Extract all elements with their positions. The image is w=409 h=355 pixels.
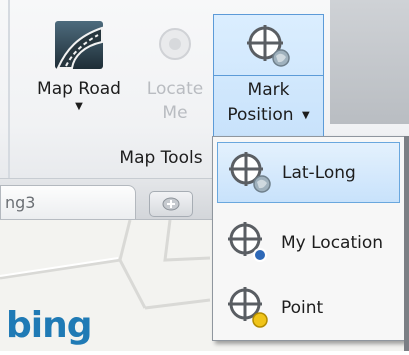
road-icon xyxy=(54,20,104,77)
group-label: Map Tools xyxy=(119,148,203,168)
menu-item-point[interactable]: Point xyxy=(217,277,400,338)
mark-position-label-2: Position ▼ xyxy=(214,103,323,128)
locate-me-icon xyxy=(150,20,200,77)
window-shadow-edge xyxy=(404,136,409,351)
mark-position-menu: Lat-Long My Location Point xyxy=(212,136,405,341)
ribbon-right-area xyxy=(330,0,409,124)
map-road-dropdown-arrow[interactable]: ▼ xyxy=(75,101,83,113)
new-tab-button[interactable] xyxy=(149,191,193,217)
crosshair-globe-icon xyxy=(247,25,290,67)
menu-item-my-location-label: My Location xyxy=(281,232,384,253)
plus-icon xyxy=(162,197,180,211)
menu-item-point-label: Point xyxy=(281,297,324,318)
app-window: Map Road ▼ Locate Me Map Tools Mark Posi… xyxy=(0,0,409,351)
locate-me-label-1: Locate xyxy=(146,79,204,99)
menu-item-lat-long[interactable]: Lat-Long xyxy=(217,142,400,203)
map-road-button[interactable]: Map Road ▼ xyxy=(30,20,128,113)
mark-position-dropdown[interactable]: Mark Position ▼ xyxy=(214,76,323,137)
tab-document-label: ng3 xyxy=(5,193,36,212)
locate-me-button[interactable]: Locate Me xyxy=(140,20,210,125)
chevron-down-icon: ▼ xyxy=(301,110,310,121)
ribbon-left-border xyxy=(8,0,10,178)
map-road-label: Map Road xyxy=(37,79,121,99)
crosshair-yellow-dot-icon xyxy=(217,277,281,338)
mark-position-split-button[interactable]: Mark Position ▼ xyxy=(213,14,324,138)
bing-logo: bing xyxy=(6,305,93,346)
crosshair-blue-dot-icon xyxy=(217,212,281,273)
locate-me-label-2: Me xyxy=(162,103,188,123)
tab-document[interactable]: ng3 xyxy=(0,185,136,219)
menu-item-my-location[interactable]: My Location xyxy=(217,212,400,273)
crosshair-globe-icon xyxy=(218,142,282,203)
mark-position-label-1: Mark xyxy=(247,80,290,100)
mark-position-label-2-text: Position xyxy=(227,105,294,125)
mark-position-main[interactable] xyxy=(214,15,323,76)
menu-item-lat-long-label: Lat-Long xyxy=(282,162,356,183)
